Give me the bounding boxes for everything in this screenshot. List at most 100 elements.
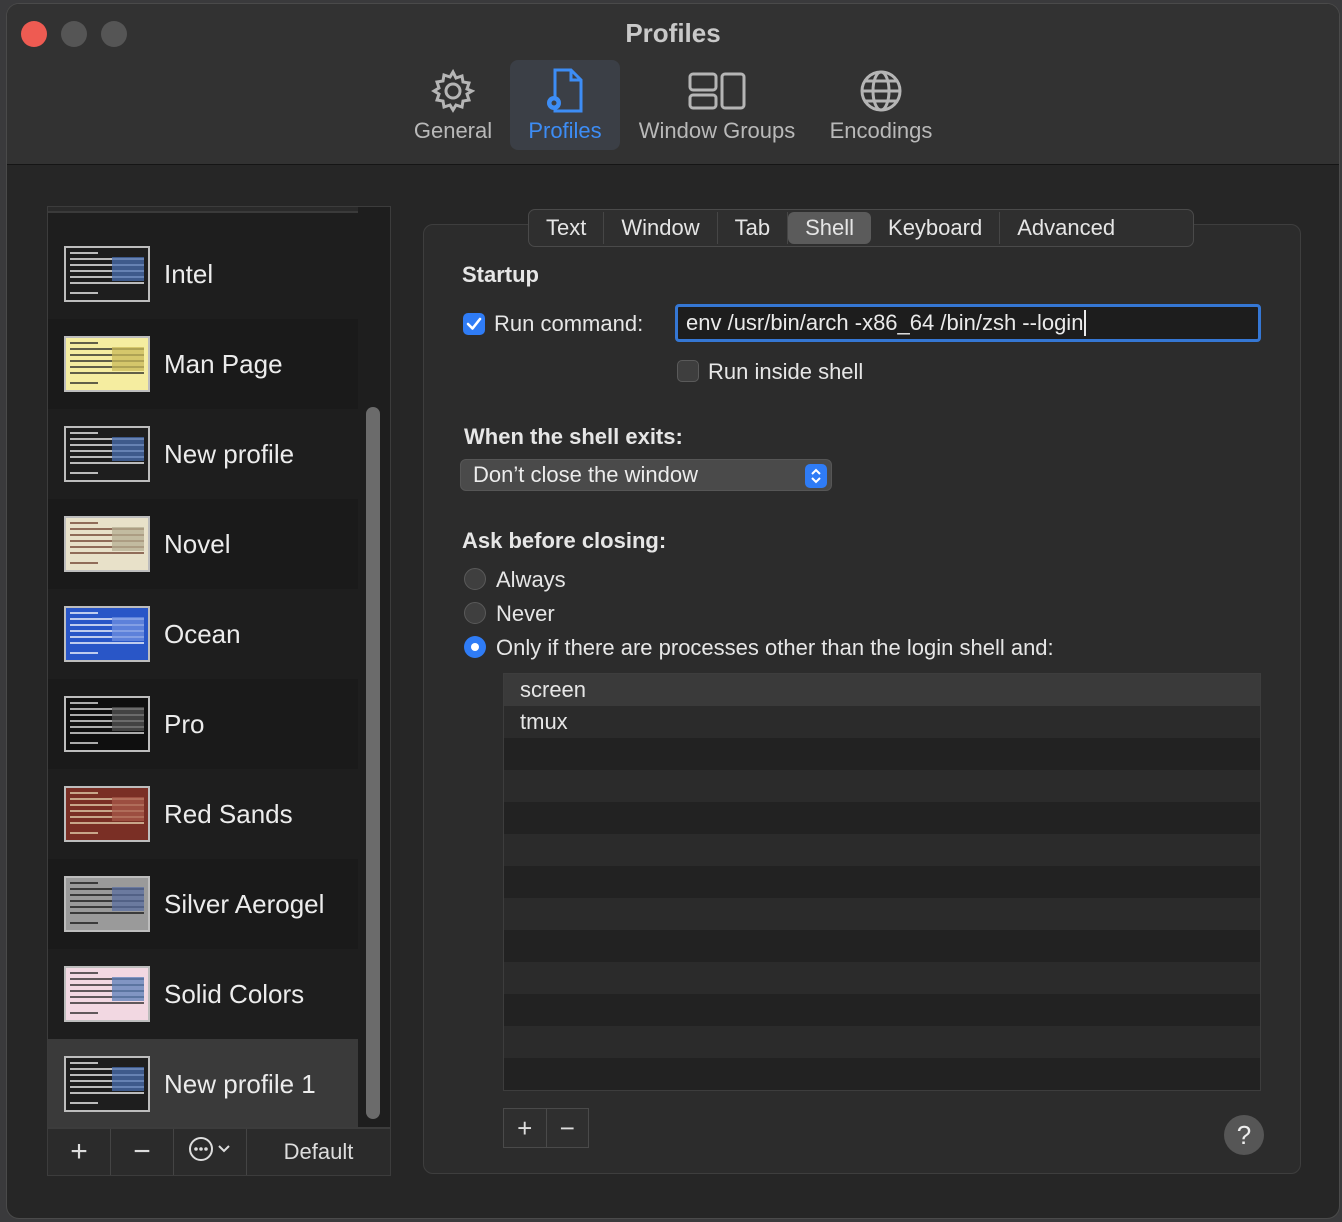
profile-list-item[interactable]: Ocean (48, 589, 358, 679)
globe-icon (859, 68, 903, 114)
run-command-value: env /usr/bin/arch -x86_64 /bin/zsh --log… (686, 310, 1084, 335)
minus-icon: − (559, 1112, 575, 1143)
ask-processes-radio[interactable] (464, 636, 486, 658)
tab-keyboard[interactable]: Keyboard (871, 212, 1001, 244)
process-name: screen (520, 677, 587, 702)
profile-preview-thumbnail (64, 786, 150, 842)
process-list-empty-row (504, 738, 1260, 770)
profile-tabs: Text Window Tab Shell Keyboard Advanced (528, 209, 1194, 247)
shell-exit-select[interactable]: Don’t close the window (460, 459, 832, 491)
ask-never-label: Never (496, 601, 555, 626)
window-groups-icon (688, 68, 746, 114)
toolbar-general-label: General (413, 118, 493, 143)
toolbar-encodings-label: Encodings (829, 118, 933, 143)
profile-preview-thumbnail (64, 1056, 150, 1112)
tab-window[interactable]: Window (604, 212, 718, 244)
checkmark-icon (466, 317, 482, 330)
toolbar-profiles-label: Profiles (528, 118, 602, 143)
toolbar-window-groups-label: Window Groups (638, 118, 796, 143)
profile-preview-thumbnail (64, 426, 150, 482)
ask-processes-label: Only if there are processes other than t… (496, 635, 1054, 660)
toolbar: Profiles General Profiles Window Groups … (7, 4, 1339, 165)
process-name: tmux (520, 709, 568, 734)
process-list[interactable]: screen tmux (503, 673, 1261, 1091)
profile-name-label: New profile (164, 438, 295, 469)
tab-tab[interactable]: Tab (718, 212, 789, 244)
profile-name-label: Man Page (164, 348, 283, 379)
plus-icon: + (517, 1112, 533, 1143)
add-process-button[interactable]: + (504, 1109, 547, 1147)
profile-actions-menu-button[interactable] (174, 1129, 247, 1175)
tab-shell[interactable]: Shell (788, 212, 872, 244)
profile-preview-thumbnail (64, 336, 150, 392)
profile-preview-thumbnail (64, 966, 150, 1022)
profile-preview-thumbnail (64, 246, 150, 302)
process-list-empty-row (504, 834, 1260, 866)
run-inside-shell-label: Run inside shell (708, 359, 864, 384)
remove-process-button[interactable]: − (547, 1109, 589, 1147)
process-list-empty-row (504, 866, 1260, 898)
process-list-empty-row (504, 898, 1260, 930)
toolbar-profiles-button[interactable]: Profiles (510, 60, 620, 150)
toolbar-encodings-button[interactable]: Encodings (821, 60, 941, 150)
ask-never-radio[interactable] (464, 602, 486, 624)
profile-name-label: Red Sands (164, 798, 293, 829)
profile-name-label: Pro (164, 708, 205, 739)
process-list-item[interactable]: screen (504, 674, 1260, 706)
shell-exit-selected-value: Don’t close the window (473, 462, 699, 487)
profile-list-item[interactable]: Intel (48, 229, 358, 319)
profile-name-label: Novel (164, 528, 231, 559)
process-list-empty-row (504, 770, 1260, 802)
profile-list[interactable]: Intel Man Page New profile Novel Ocean Pro Red… (47, 206, 391, 1128)
default-profile-button[interactable]: Default (247, 1129, 390, 1175)
profile-list-item[interactable]: Man Page (48, 319, 358, 409)
profile-list-item[interactable]: New profile 1 (48, 1039, 358, 1127)
profile-name-label: Intel (164, 258, 214, 289)
process-list-empty-row (504, 1058, 1260, 1090)
profile-list-item[interactable]: Pro (48, 679, 358, 769)
chevron-up-down-icon (805, 464, 827, 488)
startup-heading: Startup (462, 262, 539, 287)
profile-preview-thumbnail (64, 606, 150, 662)
gear-icon (431, 68, 475, 114)
profile-list-item[interactable]: New profile (48, 409, 358, 499)
process-list-empty-row (504, 802, 1260, 834)
ask-always-radio[interactable] (464, 568, 486, 590)
profile-list-item[interactable]: Silver Aerogel (48, 859, 358, 949)
tab-advanced[interactable]: Advanced (1000, 212, 1132, 244)
profile-preview-thumbnail (64, 876, 150, 932)
remove-profile-button[interactable]: − (111, 1129, 174, 1175)
ellipsis-circle-icon (187, 1135, 233, 1169)
plus-icon: + (70, 1135, 88, 1168)
profile-list-item[interactable]: Solid Colors (48, 949, 358, 1039)
profile-list-scrollbar[interactable] (366, 407, 380, 1119)
profile-list-controls: + − Default (47, 1128, 391, 1176)
window-title: Profiles (625, 18, 721, 48)
profile-list-item[interactable]: Novel (48, 499, 358, 589)
help-button[interactable]: ? (1224, 1115, 1264, 1155)
profile-preview-thumbnail (64, 696, 150, 752)
profile-name-label: Solid Colors (164, 978, 305, 1009)
run-command-checkbox[interactable] (463, 313, 485, 335)
text-caret (1084, 310, 1087, 336)
run-inside-shell-checkbox[interactable] (677, 360, 699, 382)
process-list-empty-row (504, 930, 1260, 962)
profile-name-label: Silver Aerogel (164, 888, 325, 919)
add-profile-button[interactable]: + (48, 1129, 111, 1175)
process-list-empty-row (504, 994, 1260, 1026)
profile-name-label: New profile 1 (164, 1068, 316, 1099)
ask-before-closing-heading: Ask before closing: (462, 528, 667, 553)
process-list-item[interactable]: tmux (504, 706, 1260, 738)
minus-icon: − (133, 1135, 151, 1168)
profiles-doc-icon (543, 68, 587, 114)
toolbar-general-button[interactable]: General (405, 60, 501, 150)
preferences-window: Profiles General Profiles Window Groups … (7, 4, 1339, 1218)
profile-preview-thumbnail (64, 516, 150, 572)
process-list-controls: + − (503, 1108, 589, 1148)
process-list-empty-row (504, 1026, 1260, 1058)
profile-list-item[interactable]: Red Sands (48, 769, 358, 859)
run-command-input[interactable]: env /usr/bin/arch -x86_64 /bin/zsh --log… (675, 304, 1261, 342)
tab-text[interactable]: Text (529, 212, 605, 244)
run-command-label: Run command: (494, 311, 644, 336)
toolbar-window-groups-button[interactable]: Window Groups (629, 60, 805, 150)
